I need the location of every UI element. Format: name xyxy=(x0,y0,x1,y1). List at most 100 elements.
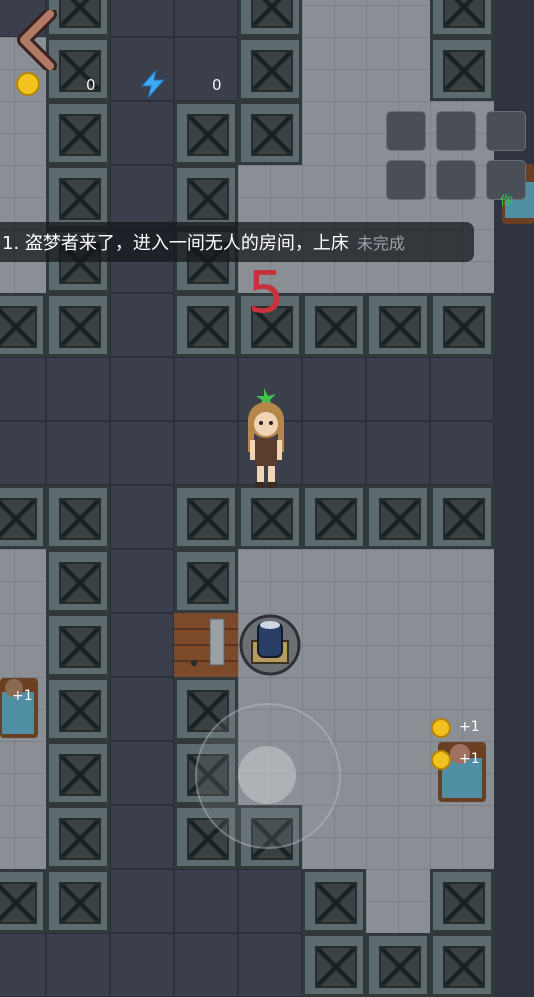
lightning-icon xyxy=(140,70,166,98)
task-text: 1. 盗梦者来了，进入一间无人的房间，上床 xyxy=(2,233,349,254)
floor-tile xyxy=(46,933,110,997)
wall-tile xyxy=(238,0,302,37)
wall-tile xyxy=(302,293,366,357)
joystick-knob[interactable] xyxy=(238,746,296,804)
floor-tile xyxy=(366,0,430,37)
wall-tile xyxy=(366,293,430,357)
wall-tile xyxy=(46,101,110,165)
floor-tile xyxy=(0,421,46,485)
wall-tile xyxy=(0,485,46,549)
wall-tile xyxy=(46,549,110,613)
wall-tile xyxy=(46,805,110,869)
wall-tile xyxy=(46,293,110,357)
wall-tile xyxy=(430,869,494,933)
floor-tile xyxy=(366,805,430,869)
wall-tile xyxy=(238,485,302,549)
wall-tile xyxy=(174,293,238,357)
player-portrait-1[interactable] xyxy=(386,111,426,151)
wall-tile xyxy=(0,869,46,933)
wall-tile xyxy=(46,485,110,549)
floor-tile xyxy=(366,869,430,933)
player-portrait-4[interactable] xyxy=(386,160,426,200)
floor-tile xyxy=(302,421,366,485)
floor-tile xyxy=(110,101,174,165)
player-portrait-3[interactable] xyxy=(486,111,526,151)
wall-tile xyxy=(430,293,494,357)
floor-tile xyxy=(366,37,430,101)
coin-icon xyxy=(431,750,451,770)
back-arrow-icon[interactable] xyxy=(14,10,62,70)
countdown-timer: 5 xyxy=(247,258,285,326)
floor-tile xyxy=(0,613,46,677)
door-icon[interactable] xyxy=(174,613,238,677)
floor-tile xyxy=(46,357,110,421)
wall-tile xyxy=(46,741,110,805)
energy-count: 0 xyxy=(212,76,222,94)
wall-tile xyxy=(430,933,494,997)
floor-tile xyxy=(430,549,494,613)
wall-tile xyxy=(46,677,110,741)
floor-tile xyxy=(238,165,302,229)
coin-reward-2: +1 xyxy=(459,751,480,767)
coin-counter xyxy=(16,72,40,96)
floor-tile xyxy=(0,741,46,805)
floor-tile xyxy=(174,869,238,933)
wall-tile xyxy=(174,549,238,613)
wall-tile xyxy=(366,933,430,997)
floor-tile xyxy=(302,613,366,677)
floor-tile xyxy=(174,357,238,421)
floor-tile xyxy=(430,805,494,869)
player-portrait-2[interactable] xyxy=(436,111,476,151)
bed-left-reward: +1 xyxy=(12,688,33,704)
floor-tile xyxy=(238,933,302,997)
wall-tile xyxy=(0,293,46,357)
floor-tile xyxy=(110,549,174,613)
you-tag: 你 xyxy=(500,194,514,209)
floor-tile xyxy=(302,549,366,613)
floor-tile xyxy=(174,0,238,37)
floor-tile xyxy=(430,613,494,677)
task-bar: 1. 盗梦者来了，进入一间无人的房间，上床 未完成 xyxy=(0,222,474,262)
floor-tile xyxy=(174,421,238,485)
floor-tile xyxy=(0,933,46,997)
wall-tile xyxy=(366,485,430,549)
coin-icon xyxy=(431,718,451,738)
floor-tile xyxy=(238,869,302,933)
floor-tile xyxy=(302,37,366,101)
coin-reward-1: +1 xyxy=(459,719,480,735)
floor-tile xyxy=(110,613,174,677)
floor-tile xyxy=(110,485,174,549)
floor-tile xyxy=(110,357,174,421)
wall-tile xyxy=(46,613,110,677)
wall-tile xyxy=(174,101,238,165)
floor-tile xyxy=(430,357,494,421)
wall-tile xyxy=(46,165,110,229)
floor-tile xyxy=(110,933,174,997)
generator-icon[interactable] xyxy=(238,613,302,677)
floor-tile xyxy=(302,357,366,421)
wall-tile xyxy=(238,37,302,101)
coin-icon xyxy=(16,72,40,96)
floor-tile xyxy=(110,293,174,357)
floor-tile xyxy=(238,549,302,613)
floor-tile xyxy=(366,357,430,421)
floor-tile xyxy=(174,37,238,101)
floor-tile xyxy=(302,101,366,165)
floor-tile xyxy=(110,0,174,37)
wall-tile xyxy=(430,485,494,549)
floor-tile xyxy=(110,677,174,741)
wall-tile xyxy=(430,37,494,101)
floor-tile xyxy=(0,549,46,613)
wall-tile xyxy=(238,101,302,165)
player-character xyxy=(248,388,284,488)
bed-left[interactable] xyxy=(0,676,40,740)
floor-tile xyxy=(0,357,46,421)
player-portrait-5[interactable] xyxy=(436,160,476,200)
floor-tile xyxy=(110,741,174,805)
floor-tile xyxy=(302,165,366,229)
coin-count: 0 xyxy=(86,76,96,94)
floor-tile xyxy=(366,741,430,805)
task-status: 未完成 xyxy=(356,234,405,253)
wall-tile xyxy=(302,933,366,997)
wall-tile xyxy=(302,869,366,933)
